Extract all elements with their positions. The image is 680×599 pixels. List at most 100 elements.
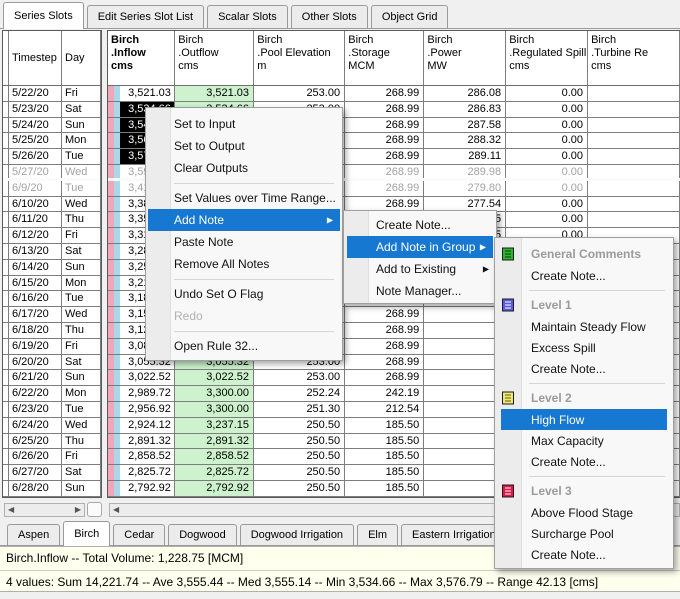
cell-outflow[interactable]: 3,300.00 — [175, 386, 254, 401]
inflow-value[interactable]: 3,521.03 — [120, 86, 174, 101]
column-header-outflow[interactable]: Birch.Outflowcms — [175, 31, 254, 85]
cell-timestep[interactable]: 5/23/20 — [9, 102, 62, 117]
object-tab-aspen[interactable]: Aspen — [7, 524, 60, 545]
object-tab-elm[interactable]: Elm — [357, 524, 398, 545]
inflow-value[interactable]: 2,825.72 — [120, 465, 174, 480]
cell-timestep[interactable]: 6/15/20 — [9, 276, 62, 291]
menu-item-high-flow[interactable]: High Flow — [501, 409, 667, 430]
column-header-power[interactable]: Birch.PowerMW — [424, 31, 506, 85]
cell-timestep[interactable]: 6/26/20 — [9, 449, 62, 464]
cell-storage[interactable]: 185.50 — [345, 418, 424, 433]
cell-day[interactable]: Fri — [62, 228, 101, 243]
cell-inflow[interactable]: 3,022.52 — [108, 370, 175, 385]
cell-storage[interactable]: 185.50 — [345, 465, 424, 480]
cell-inflow[interactable]: 2,924.12 — [108, 418, 175, 433]
cell-timestep[interactable]: 6/25/20 — [9, 434, 62, 449]
tab-scalar-slots[interactable]: Scalar Slots — [207, 5, 288, 28]
cell-storage[interactable]: 268.99 — [345, 307, 424, 322]
cell-storage[interactable]: 185.50 — [345, 481, 424, 496]
inflow-value[interactable]: 2,858.52 — [120, 449, 174, 464]
menu-item-create-note[interactable]: Create Note... — [495, 265, 673, 286]
cell-outflow[interactable]: 3,300.00 — [175, 402, 254, 417]
cell-timestep[interactable]: 6/20/20 — [9, 355, 62, 370]
cell-turbine[interactable] — [588, 102, 680, 117]
cell-inflow[interactable]: 2,891.32 — [108, 434, 175, 449]
column-header-pool[interactable]: Birch.Pool Elevationm — [254, 31, 345, 85]
cell-day[interactable]: Tue — [62, 181, 101, 196]
cell-spill[interactable]: 0.00 — [506, 102, 588, 117]
cell-timestep[interactable]: 6/19/20 — [9, 339, 62, 354]
panel-splitter-button[interactable] — [87, 502, 102, 517]
inflow-value[interactable]: 3,022.52 — [120, 370, 174, 385]
cell-turbine[interactable] — [588, 118, 680, 133]
cell-storage[interactable]: 268.99 — [345, 181, 424, 196]
cell-day[interactable]: Tue — [62, 149, 101, 164]
cell-day[interactable]: Wed — [62, 418, 101, 433]
cell-timestep[interactable]: 6/23/20 — [9, 402, 62, 417]
menu-item-above-flood-stage[interactable]: Above Flood Stage — [495, 502, 673, 523]
cell-timestep[interactable]: 6/10/20 — [9, 197, 62, 212]
cell-timestep[interactable]: 6/22/20 — [9, 386, 62, 401]
column-header-spill[interactable]: Birch.Regulated Spillcms — [506, 31, 588, 85]
cell-storage[interactable]: 242.19 — [345, 386, 424, 401]
cell-power[interactable]: 288.32 — [424, 133, 506, 148]
cell-pool[interactable]: 250.50 — [254, 449, 345, 464]
cell-storage[interactable]: 268.99 — [345, 355, 424, 370]
cell-day[interactable]: Fri — [62, 449, 101, 464]
cell-day[interactable]: Mon — [62, 133, 101, 148]
cell-pool[interactable]: 250.50 — [254, 465, 345, 480]
cell-pool[interactable]: 250.50 — [254, 434, 345, 449]
cell-storage[interactable]: 268.99 — [345, 370, 424, 385]
cell-timestep[interactable]: 6/28/20 — [9, 481, 62, 496]
cell-timestep[interactable]: 6/21/20 — [9, 370, 62, 385]
cell-pool[interactable]: 250.50 — [254, 418, 345, 433]
cell-day[interactable]: Sat — [62, 465, 101, 480]
object-tab-birch[interactable]: Birch — [63, 521, 110, 546]
cell-timestep[interactable]: 6/27/20 — [9, 465, 62, 480]
cell-pool[interactable]: 250.50 — [254, 481, 345, 496]
cell-storage[interactable]: 268.99 — [345, 149, 424, 164]
cell-turbine[interactable] — [588, 149, 680, 164]
cell-timestep[interactable]: 6/17/20 — [9, 307, 62, 322]
scroll-right-icon[interactable]: ▶ — [75, 506, 81, 514]
cell-turbine[interactable] — [588, 86, 680, 101]
cell-outflow[interactable]: 2,891.32 — [175, 434, 254, 449]
cell-outflow[interactable]: 2,825.72 — [175, 465, 254, 480]
cell-inflow[interactable]: 2,989.72 — [108, 386, 175, 401]
cell-day[interactable]: Thu — [62, 323, 101, 338]
cell-timestep[interactable]: 6/16/20 — [9, 291, 62, 306]
tab-series-slots[interactable]: Series Slots — [3, 2, 84, 29]
cell-day[interactable]: Mon — [62, 386, 101, 401]
cell-day[interactable]: Fri — [62, 339, 101, 354]
object-tab-dogwood[interactable]: Dogwood — [168, 524, 236, 545]
menu-item-add-to-existing[interactable]: Add to Existing▶ — [344, 258, 496, 280]
object-tab-dogwood-irrigation[interactable]: Dogwood Irrigation — [240, 524, 354, 545]
cell-spill[interactable]: 0.00 — [506, 118, 588, 133]
cell-outflow[interactable]: 2,792.92 — [175, 481, 254, 496]
timestep-hscrollbar[interactable]: ◀ ▶ — [4, 503, 85, 517]
cell-turbine[interactable] — [588, 212, 680, 227]
cell-day[interactable]: Sat — [62, 355, 101, 370]
scroll-left-icon[interactable]: ◀ — [8, 506, 14, 514]
cell-inflow[interactable]: 3,521.03 — [108, 86, 175, 101]
menu-item-set-values-over-time-range[interactable]: Set Values over Time Range... — [146, 187, 342, 209]
cell-power[interactable]: 287.58 — [424, 118, 506, 133]
cell-power[interactable]: 286.08 — [424, 86, 506, 101]
cell-timestep[interactable]: 6/12/20 — [9, 228, 62, 243]
cell-storage[interactable]: 268.99 — [345, 339, 424, 354]
cell-storage[interactable]: 268.99 — [345, 323, 424, 338]
cell-power[interactable]: 286.83 — [424, 102, 506, 117]
cell-outflow[interactable]: 3,521.03 — [175, 86, 254, 101]
menu-item-surcharge-pool[interactable]: Surcharge Pool — [495, 523, 673, 544]
cell-pool[interactable]: 251.30 — [254, 402, 345, 417]
inflow-value[interactable]: 2,891.32 — [120, 434, 174, 449]
cell-outflow[interactable]: 2,858.52 — [175, 449, 254, 464]
menu-item-set-to-output[interactable]: Set to Output — [146, 135, 342, 157]
cell-storage[interactable]: 268.99 — [345, 118, 424, 133]
cell-spill[interactable]: 0.00 — [506, 181, 588, 196]
column-header-inflow[interactable]: Birch.Inflowcms — [108, 31, 175, 85]
cell-day[interactable]: Thu — [62, 434, 101, 449]
column-header-storage[interactable]: Birch.StorageMCM — [345, 31, 424, 85]
cell-day[interactable]: Sun — [62, 260, 101, 275]
cell-storage[interactable]: 212.54 — [345, 402, 424, 417]
